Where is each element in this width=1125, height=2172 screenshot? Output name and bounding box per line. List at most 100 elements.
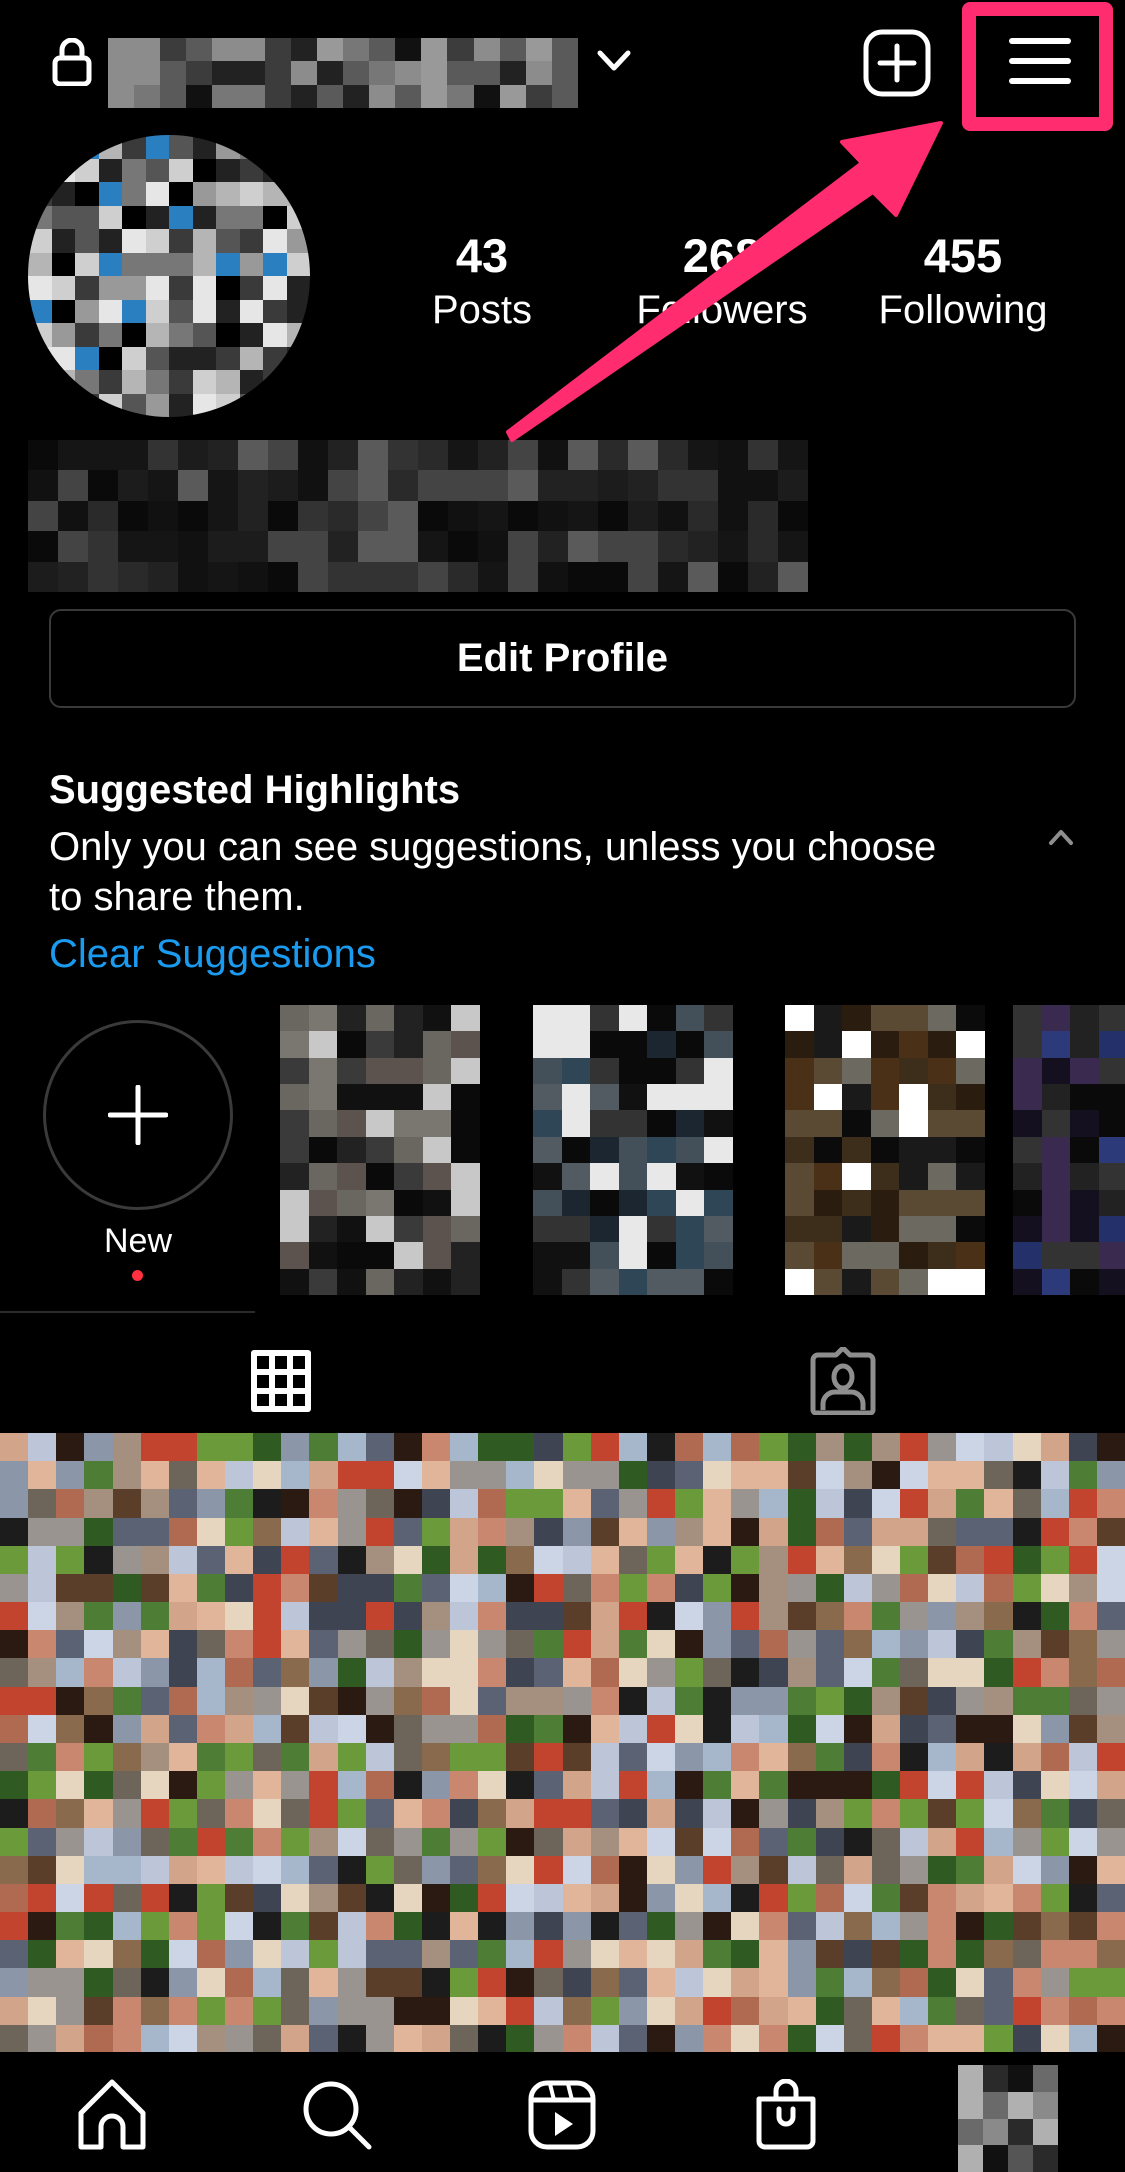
mosaic-pixel <box>561 1057 591 1085</box>
mosaic-pixel <box>365 1827 394 1856</box>
mosaic-pixel <box>590 1136 619 1164</box>
mosaic-pixel <box>28 1799 57 1828</box>
mosaic-pixel <box>168 1996 197 2025</box>
mosaic-pixel <box>618 1912 647 1941</box>
mosaic-pixel <box>748 561 778 592</box>
tab-posts-grid[interactable] <box>0 1328 562 1433</box>
mosaic-pixel <box>618 1136 648 1164</box>
mosaic-pixel <box>871 1912 900 1941</box>
mosaic-pixel <box>140 1489 169 1518</box>
mosaic-pixel <box>56 1489 85 1518</box>
mosaic-pixel <box>1098 1189 1125 1216</box>
clear-suggestions-link[interactable]: Clear Suggestions <box>49 932 376 977</box>
mosaic-pixel <box>365 1912 394 1941</box>
nav-profile-avatar[interactable] <box>958 2065 1058 2172</box>
mosaic-pixel <box>956 1461 985 1490</box>
mosaic-pixel <box>618 1163 648 1190</box>
mosaic-pixel <box>308 1110 338 1137</box>
plus-square-icon[interactable] <box>862 28 932 98</box>
mosaic-pixel <box>253 1912 282 1941</box>
nav-search[interactable] <box>297 2075 377 2155</box>
mosaic-pixel <box>590 1883 619 1913</box>
mosaic-pixel <box>169 182 193 206</box>
stat-posts[interactable]: 43 Posts <box>372 228 592 336</box>
mosaic-pixel <box>813 1189 843 1216</box>
tab-tagged[interactable] <box>562 1328 1124 1433</box>
mosaic-pixel <box>562 1602 591 1631</box>
mosaic-pixel <box>280 1057 309 1085</box>
nav-reels[interactable] <box>522 2075 602 2155</box>
mosaic-pixel <box>618 1827 647 1856</box>
mosaic-pixel <box>562 1742 591 1772</box>
mosaic-pixel <box>1012 1855 1041 1884</box>
mosaic-pixel <box>394 1189 423 1216</box>
mosaic-pixel <box>328 531 358 562</box>
mosaic-pixel <box>365 1799 394 1828</box>
mosaic-pixel <box>168 1827 197 1856</box>
mosaic-pixel <box>108 38 135 62</box>
mosaic-pixel <box>98 370 122 394</box>
suggested-highlight[interactable] <box>533 1005 733 1295</box>
mosaic-pixel <box>1012 1461 1041 1490</box>
mosaic-pixel <box>704 1005 733 1032</box>
mosaic-pixel <box>216 182 240 206</box>
mosaic-pixel <box>647 1110 676 1137</box>
mosaic-pixel <box>112 1912 141 1941</box>
mosaic-pixel <box>169 229 193 253</box>
mosaic-pixel <box>239 135 263 159</box>
mosaic-pixel <box>506 1714 535 1743</box>
mosaic-pixel <box>1040 1940 1069 1969</box>
mosaic-pixel <box>731 1996 760 2025</box>
mosaic-pixel <box>787 1855 816 1884</box>
mosaic-pixel <box>675 1686 704 1715</box>
mosaic-pixel <box>731 1912 760 1941</box>
mosaic-pixel <box>984 1968 1013 1997</box>
mosaic-pixel <box>646 1714 675 1743</box>
mosaic-pixel <box>168 1940 197 1969</box>
mosaic-pixel <box>1098 1242 1125 1269</box>
mosaic-pixel <box>1008 2065 1033 2092</box>
mosaic-pixel <box>365 1996 394 2025</box>
posts-grid[interactable] <box>0 1433 1125 2053</box>
nav-home[interactable] <box>72 2075 152 2155</box>
mosaic-pixel <box>534 1545 563 1574</box>
username-redacted[interactable] <box>108 38 578 108</box>
mosaic-pixel <box>216 229 240 253</box>
mosaic-pixel <box>168 1968 197 1997</box>
mosaic-pixel <box>450 1996 479 2025</box>
mosaic-pixel <box>704 1136 733 1164</box>
mosaic-pixel <box>956 1968 985 1997</box>
chevron-down-icon[interactable] <box>596 48 632 74</box>
mosaic-pixel <box>506 1940 535 1969</box>
stat-following[interactable]: 455 Following <box>853 228 1073 336</box>
chevron-up-icon[interactable] <box>1046 826 1076 848</box>
mosaic-pixel <box>1068 1968 1097 1997</box>
mosaic-pixel <box>675 1602 704 1631</box>
mosaic-pixel <box>928 1714 957 1743</box>
mosaic-pixel <box>238 500 268 532</box>
mosaic-pixel <box>731 1573 760 1603</box>
mosaic-pixel <box>534 1686 563 1715</box>
stat-followers[interactable]: 268 Followers <box>612 228 832 336</box>
profile-avatar[interactable] <box>28 135 310 417</box>
mosaic-pixel <box>239 229 263 253</box>
edit-profile-button[interactable]: Edit Profile <box>49 609 1076 708</box>
mosaic-pixel <box>316 38 343 62</box>
mosaic-pixel <box>98 135 122 159</box>
mosaic-pixel <box>1096 1912 1125 1941</box>
mosaic-pixel <box>168 1912 197 1941</box>
mosaic-pixel <box>478 1461 507 1490</box>
suggested-highlight[interactable] <box>785 1005 985 1295</box>
mosaic-pixel <box>562 1855 591 1884</box>
mosaic-pixel <box>75 205 99 229</box>
hamburger-menu-icon[interactable] <box>1005 30 1075 92</box>
suggested-highlight[interactable] <box>1013 1005 1125 1295</box>
mosaic-pixel <box>534 1940 563 1969</box>
mosaic-pixel <box>928 1968 957 1997</box>
nav-shop[interactable] <box>746 2075 826 2155</box>
new-highlight-button[interactable] <box>43 1020 233 1210</box>
mosaic-pixel <box>286 276 310 300</box>
mosaic-pixel <box>928 1686 957 1715</box>
mosaic-pixel <box>118 561 148 592</box>
suggested-highlight[interactable] <box>280 1005 480 1295</box>
